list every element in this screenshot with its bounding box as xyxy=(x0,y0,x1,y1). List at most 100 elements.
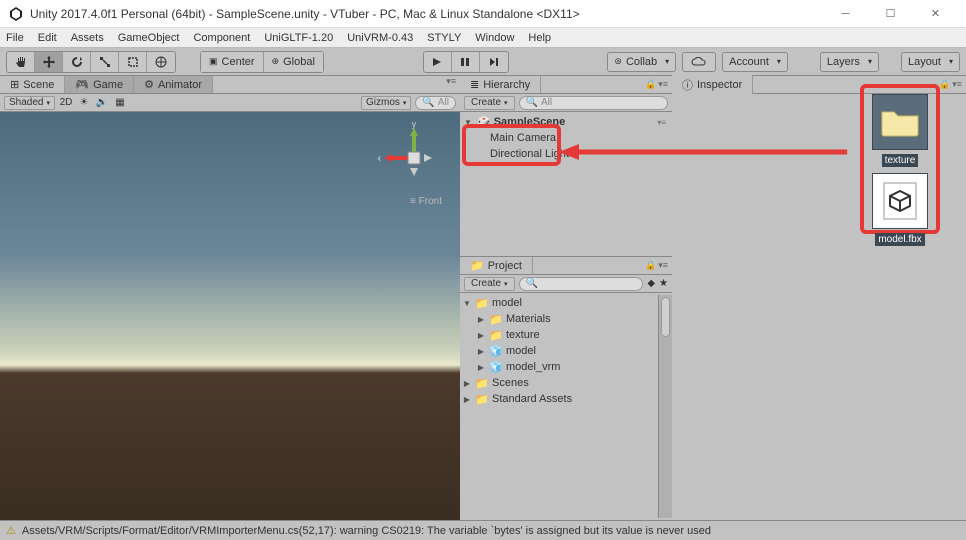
menu-gameobject[interactable]: GameObject xyxy=(118,32,180,44)
project-create-dropdown[interactable]: Create xyxy=(464,277,515,291)
foldout-icon[interactable]: ▼ xyxy=(464,118,474,127)
tab-project[interactable]: 📁Project xyxy=(460,257,533,274)
tab-menu-icon[interactable]: ▾≡ xyxy=(446,76,456,93)
collab-dropdown[interactable]: ⊚Collab xyxy=(607,52,676,72)
panel-menu-icon[interactable]: ▾≡ xyxy=(952,79,962,90)
move-tool[interactable] xyxy=(35,52,63,72)
project-folder-row[interactable]: ▶📁Scenes xyxy=(460,375,658,391)
lighting-toggle[interactable]: ☀ xyxy=(77,96,91,110)
panel-menu-icon[interactable]: ▾≡ xyxy=(658,79,668,90)
project-model-row[interactable]: ▶🧊model xyxy=(460,343,658,359)
menu-window[interactable]: Window xyxy=(475,32,514,44)
menu-component[interactable]: Component xyxy=(193,32,250,44)
foldout-icon[interactable]: ▶ xyxy=(476,363,486,372)
maximize-button[interactable]: ☐ xyxy=(868,0,913,28)
minimize-button[interactable]: ─ xyxy=(823,0,868,28)
play-button[interactable] xyxy=(424,52,452,72)
shading-dropdown[interactable]: Shaded xyxy=(4,96,55,110)
gizmos-dropdown[interactable]: Gizmos xyxy=(361,96,411,110)
foldout-icon[interactable]: ▶ xyxy=(476,331,486,340)
pause-button[interactable] xyxy=(452,52,480,72)
close-button[interactable]: ✕ xyxy=(913,0,958,28)
project-scrollbar[interactable] xyxy=(658,295,672,518)
menu-edit[interactable]: Edit xyxy=(38,32,57,44)
hierarchy-search[interactable]: 🔍All xyxy=(519,96,668,110)
hierarchy-create-dropdown[interactable]: Create xyxy=(464,96,515,110)
scrollbar-thumb[interactable] xyxy=(661,297,670,337)
prefab-icon: 🧊 xyxy=(489,361,503,374)
tab-game[interactable]: 🎮Game xyxy=(65,76,134,93)
transform-tool[interactable] xyxy=(147,52,175,72)
rect-tool[interactable] xyxy=(119,52,147,72)
hand-tool[interactable] xyxy=(7,52,35,72)
toolbar: ▣Center ⊕Global ⊚Collab Account Layers L… xyxy=(0,48,966,76)
panel-menu-icon[interactable]: ▾≡ xyxy=(658,260,668,271)
folder-icon: 📁 xyxy=(489,329,503,342)
project-folder-row[interactable]: ▶📁texture xyxy=(460,327,658,343)
callout-folder-thumb: texture xyxy=(868,94,932,167)
center-toggle[interactable]: ▣Center xyxy=(201,52,264,72)
inspector-header: ⓘInspector 🔒▾≡ xyxy=(672,76,966,94)
menu-styly[interactable]: STYLY xyxy=(427,32,461,44)
scene-search[interactable]: 🔍All xyxy=(415,96,456,110)
project-body[interactable]: ▼📁model ▶📁Materials ▶📁texture ▶🧊model ▶🧊… xyxy=(460,293,672,520)
layout-dropdown[interactable]: Layout xyxy=(901,52,960,72)
lock-icon[interactable]: 🔒 xyxy=(939,79,950,90)
project-model-row[interactable]: ▶🧊model_vrm xyxy=(460,359,658,375)
hierarchy-item[interactable]: Main Camera xyxy=(460,130,672,146)
account-dropdown[interactable]: Account xyxy=(722,52,788,72)
foldout-icon[interactable]: ▼ xyxy=(462,299,472,308)
cloud-button[interactable] xyxy=(682,52,716,72)
menu-assets[interactable]: Assets xyxy=(71,32,104,44)
menubar: File Edit Assets GameObject Component Un… xyxy=(0,28,966,48)
project-header: 📁Project 🔒▾≡ xyxy=(460,257,672,275)
step-button[interactable] xyxy=(480,52,508,72)
project-folder-row[interactable]: ▶📁Materials xyxy=(460,311,658,327)
foldout-icon[interactable]: ▶ xyxy=(462,379,472,388)
hierarchy-scene-row[interactable]: ▼ 🎲 SampleScene ▾≡ xyxy=(460,114,672,130)
scene-subtoolbar: Shaded 2D ☀ 🔊 ▦ Gizmos 🔍All xyxy=(0,94,460,112)
audio-toggle[interactable]: 🔊 xyxy=(95,96,109,110)
animator-icon: ⚙ xyxy=(144,78,154,91)
project-folder-row[interactable]: ▶📁Standard Assets xyxy=(460,391,658,407)
tab-scene[interactable]: ⊞Scene xyxy=(0,76,65,93)
tab-inspector[interactable]: ⓘInspector xyxy=(672,75,753,95)
folder-icon: 📁 xyxy=(489,313,503,326)
foldout-icon[interactable]: ▶ xyxy=(462,395,472,404)
menu-file[interactable]: File xyxy=(6,32,24,44)
favorite-icon[interactable]: ★ xyxy=(659,278,668,289)
scene-menu-icon[interactable]: ▾≡ xyxy=(657,118,672,127)
play-controls xyxy=(423,51,509,73)
2d-toggle[interactable]: 2D xyxy=(59,96,73,110)
search-icon: 🔍 xyxy=(526,97,538,108)
svg-text:y: y xyxy=(412,122,417,129)
foldout-icon[interactable]: ▶ xyxy=(476,347,486,356)
inspector-body: texture model.fbx xyxy=(672,94,966,520)
unity-cube-icon: 🎲 xyxy=(477,116,491,129)
fx-toggle[interactable]: ▦ xyxy=(113,96,127,110)
rotate-tool[interactable] xyxy=(63,52,91,72)
filter-icon[interactable]: ◆ xyxy=(647,278,655,289)
global-toggle[interactable]: ⊕Global xyxy=(264,52,323,72)
project-folder-row[interactable]: ▼📁model xyxy=(460,295,658,311)
scale-tool[interactable] xyxy=(91,52,119,72)
status-message[interactable]: Assets/VRM/Scripts/Format/Editor/VRMImpo… xyxy=(22,525,711,537)
menu-univrm[interactable]: UniVRM-0.43 xyxy=(347,32,413,44)
layers-dropdown[interactable]: Layers xyxy=(820,52,879,72)
lock-icon[interactable]: 🔒 xyxy=(645,79,656,90)
unity-logo-icon xyxy=(8,6,24,22)
pivot-tools: ▣Center ⊕Global xyxy=(200,51,324,73)
orientation-gizmo[interactable]: y x xyxy=(378,122,450,194)
menu-help[interactable]: Help xyxy=(528,32,551,44)
hierarchy-item[interactable]: Directional Light xyxy=(460,146,672,162)
project-search[interactable]: 🔍 xyxy=(519,277,644,291)
menu-unigltf[interactable]: UniGLTF-1.20 xyxy=(264,32,333,44)
perspective-label[interactable]: ≡ Front xyxy=(410,196,442,207)
hierarchy-body[interactable]: ▼ 🎲 SampleScene ▾≡ Main Camera Direction… xyxy=(460,112,672,256)
inspector-icon: ⓘ xyxy=(682,77,693,93)
lock-icon[interactable]: 🔒 xyxy=(645,260,656,271)
tab-animator[interactable]: ⚙Animator xyxy=(134,76,213,93)
foldout-icon[interactable]: ▶ xyxy=(476,315,486,324)
tab-hierarchy[interactable]: ≣Hierarchy xyxy=(460,76,541,93)
scene-viewport[interactable]: y x ≡ Front xyxy=(0,112,460,520)
